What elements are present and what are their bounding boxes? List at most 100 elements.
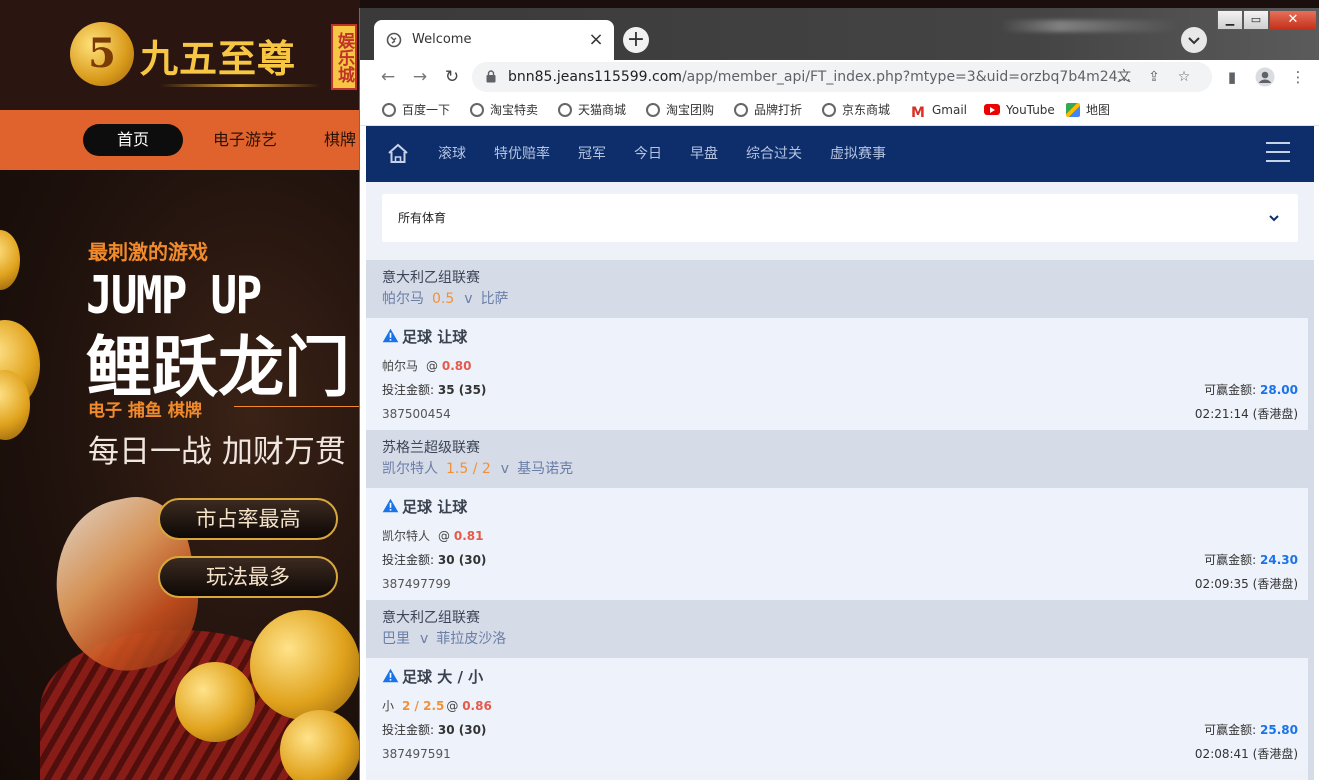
bookmark-label: Gmail (932, 103, 968, 117)
close-icon[interactable]: × (586, 30, 606, 50)
match-teams: 帕尔马 0.5 v 比萨 (382, 288, 1298, 310)
bg-feature-pill[interactable]: 玩法最多 (158, 556, 338, 598)
warning-icon (382, 327, 399, 343)
address-bar[interactable]: bnn85.jeans115599.com/app/member_api/FT_… (472, 62, 1212, 92)
bg-nav-home[interactable]: 首页 (83, 124, 183, 156)
sport-filter-select[interactable]: 所有体育 (382, 194, 1298, 242)
bet-type-label: 足球 大 / 小 (402, 668, 484, 686)
bet-type: 足球 让球 (382, 496, 1298, 518)
bet-header: 意大利乙组联赛 帕尔马 0.5 v 比萨 (366, 260, 1314, 318)
bet-type-label: 足球 让球 (402, 498, 468, 516)
warning-icon (382, 667, 399, 683)
lock-icon (486, 70, 496, 83)
scrollbar[interactable] (1308, 260, 1314, 780)
hamburger-menu-icon[interactable] (1266, 142, 1290, 164)
window-close-button[interactable]: ✕ (1269, 10, 1317, 30)
nav-tab[interactable]: 综合过关 (746, 126, 802, 182)
forward-arrow-icon[interactable]: → (408, 65, 432, 89)
bg-feature-pill[interactable]: 市占率最高 (158, 498, 338, 540)
bookmark-label: 品牌打折 (754, 103, 803, 117)
tab-strip: Welcome × + ▁ ▭ ✕ (360, 8, 1319, 60)
coin-decoration (175, 662, 255, 742)
bet-type: 足球 让球 (382, 326, 1298, 348)
bg-nav-item-games[interactable]: 电子游艺 (213, 124, 277, 156)
nav-tab[interactable]: 今日 (634, 126, 662, 182)
nav-tab[interactable]: 虚拟赛事 (830, 126, 886, 182)
bookmark-item[interactable]: 天猫商城 (558, 94, 626, 126)
versus-label: v (500, 461, 510, 477)
tab-search-button[interactable] (1181, 27, 1207, 53)
bookmark-star-icon[interactable]: ☆ (1174, 67, 1194, 87)
win-row: 可赢金额: 24.30 (1204, 548, 1298, 572)
share-icon[interactable]: ⇪ (1144, 67, 1164, 87)
versus-label: v (464, 291, 473, 307)
chevron-down-icon (1269, 215, 1279, 222)
side-panel-icon[interactable]: ▮ (1220, 65, 1244, 89)
selection-name: 凯尔特人 (382, 529, 431, 543)
nav-tab[interactable]: 冠军 (578, 126, 606, 182)
bookmark-item[interactable]: 淘宝团购 (646, 94, 714, 126)
bet-header: 意大利乙组联赛 巴里 v 菲拉皮沙洛 (366, 600, 1314, 658)
minimize-button[interactable]: ▁ (1217, 10, 1243, 30)
new-tab-button[interactable]: + (623, 27, 649, 53)
bet-details: 足球 让球 帕尔马 @ 0.80 投注金额: 35 (35) 387500454 可赢金额… (366, 318, 1314, 430)
bookmark-item[interactable]: 京东商城 (822, 94, 890, 126)
odds-value: 0.80 (441, 359, 472, 373)
kebab-menu-icon[interactable]: ⋮ (1286, 65, 1310, 89)
stake-row: 投注金额: 30 (30) (382, 548, 1298, 572)
bg-banner-slogan: 每日一战 加财万贯 (88, 434, 346, 470)
sport-filter-value: 所有体育 (398, 211, 447, 225)
home-team: 巴里 (382, 631, 410, 647)
nav-tab[interactable]: 滚球 (438, 126, 466, 182)
betting-page: 滚球 特优赔率 冠军 今日 早盘 综合过关 虚拟赛事 所有体育 意大利乙组联赛 帕尔马 0.5 v… (366, 126, 1314, 780)
handicap-value: 1.5 / 2 (446, 461, 491, 477)
bg-banner-divider (234, 406, 360, 407)
bookmarks-bar: 百度一下 淘宝特卖 天猫商城 淘宝团购 品牌打折 京东商城 M Gmail YouTube 地图 (360, 94, 1319, 126)
bet-type-label: 足球 让球 (402, 328, 468, 346)
win-label: 可赢金额: (1204, 553, 1257, 567)
reload-icon[interactable]: ↻ (440, 65, 464, 89)
profile-avatar-icon[interactable] (1253, 65, 1277, 89)
versus-label: v (420, 631, 429, 647)
bet-card[interactable]: 苏格兰超级联赛 凯尔特人 1.5 / 2 v 基马诺克 足球 让球 凯尔特人 @ 0.81 投注… (366, 430, 1314, 600)
win-value: 28.00 (1260, 383, 1298, 397)
tab-welcome[interactable]: Welcome × (374, 20, 614, 60)
background-website: 5 九五至尊 娱乐城 首页 电子游艺 棋牌 最刺激的游戏 JUMP UP 鲤跃龙… (0, 0, 360, 780)
maps-icon (1066, 103, 1080, 117)
bet-type: 足球 大 / 小 (382, 666, 1298, 688)
back-arrow-icon[interactable]: ← (376, 65, 400, 89)
coin-decoration (250, 610, 360, 720)
bookmark-item[interactable]: 淘宝特卖 (470, 94, 538, 126)
bg-logo-badge: 娱乐城 (331, 24, 357, 90)
league-name: 苏格兰超级联赛 (382, 440, 480, 456)
bet-selection: 帕尔马 @ 0.80 (382, 354, 1298, 378)
match-teams: 凯尔特人 1.5 / 2 v 基马诺克 (382, 458, 1298, 480)
nav-tab[interactable]: 特优赔率 (494, 126, 550, 182)
home-icon[interactable] (386, 142, 410, 166)
bookmark-label: YouTube (1006, 103, 1055, 117)
home-team: 凯尔特人 (382, 461, 438, 477)
bookmark-item[interactable]: 品牌打折 (734, 94, 802, 126)
bet-card[interactable]: 意大利乙组联赛 巴里 v 菲拉皮沙洛 足球 大 / 小小 2 / 2.5 @ 0.86 投注金… (366, 600, 1314, 770)
translate-icon[interactable]: 文 (1114, 67, 1134, 87)
maximize-button[interactable]: ▭ (1243, 10, 1269, 30)
win-value: 24.30 (1260, 553, 1298, 567)
globe-icon (558, 103, 572, 117)
odds-value: 0.81 (453, 529, 484, 543)
bookmark-item[interactable]: YouTube (984, 94, 1055, 126)
away-team: 基马诺克 (517, 461, 574, 477)
bet-card[interactable]: 意大利乙组联赛 帕尔马 0.5 v 比萨 足球 让球 帕尔马 @ 0.80 投注金额: 35 (… (366, 260, 1314, 430)
away-team: 比萨 (480, 291, 509, 307)
selection-name: 帕尔马 (382, 359, 419, 373)
match-teams: 巴里 v 菲拉皮沙洛 (382, 628, 1298, 650)
bookmark-item[interactable]: M Gmail (910, 94, 967, 126)
bookmark-item[interactable]: 百度一下 (382, 94, 450, 126)
globe-icon (386, 32, 402, 48)
bookmark-item[interactable]: 地图 (1066, 94, 1110, 126)
win-row: 可赢金额: 28.00 (1204, 378, 1298, 402)
bg-logo-text: 九五至尊 (140, 36, 297, 81)
bet-time: 02:21:14 (香港盘) (1194, 407, 1298, 421)
bg-nav-item-cards[interactable]: 棋牌 (324, 124, 356, 156)
nav-tab[interactable]: 早盘 (690, 126, 718, 182)
stake-row: 投注金额: 30 (30) (382, 718, 1298, 742)
